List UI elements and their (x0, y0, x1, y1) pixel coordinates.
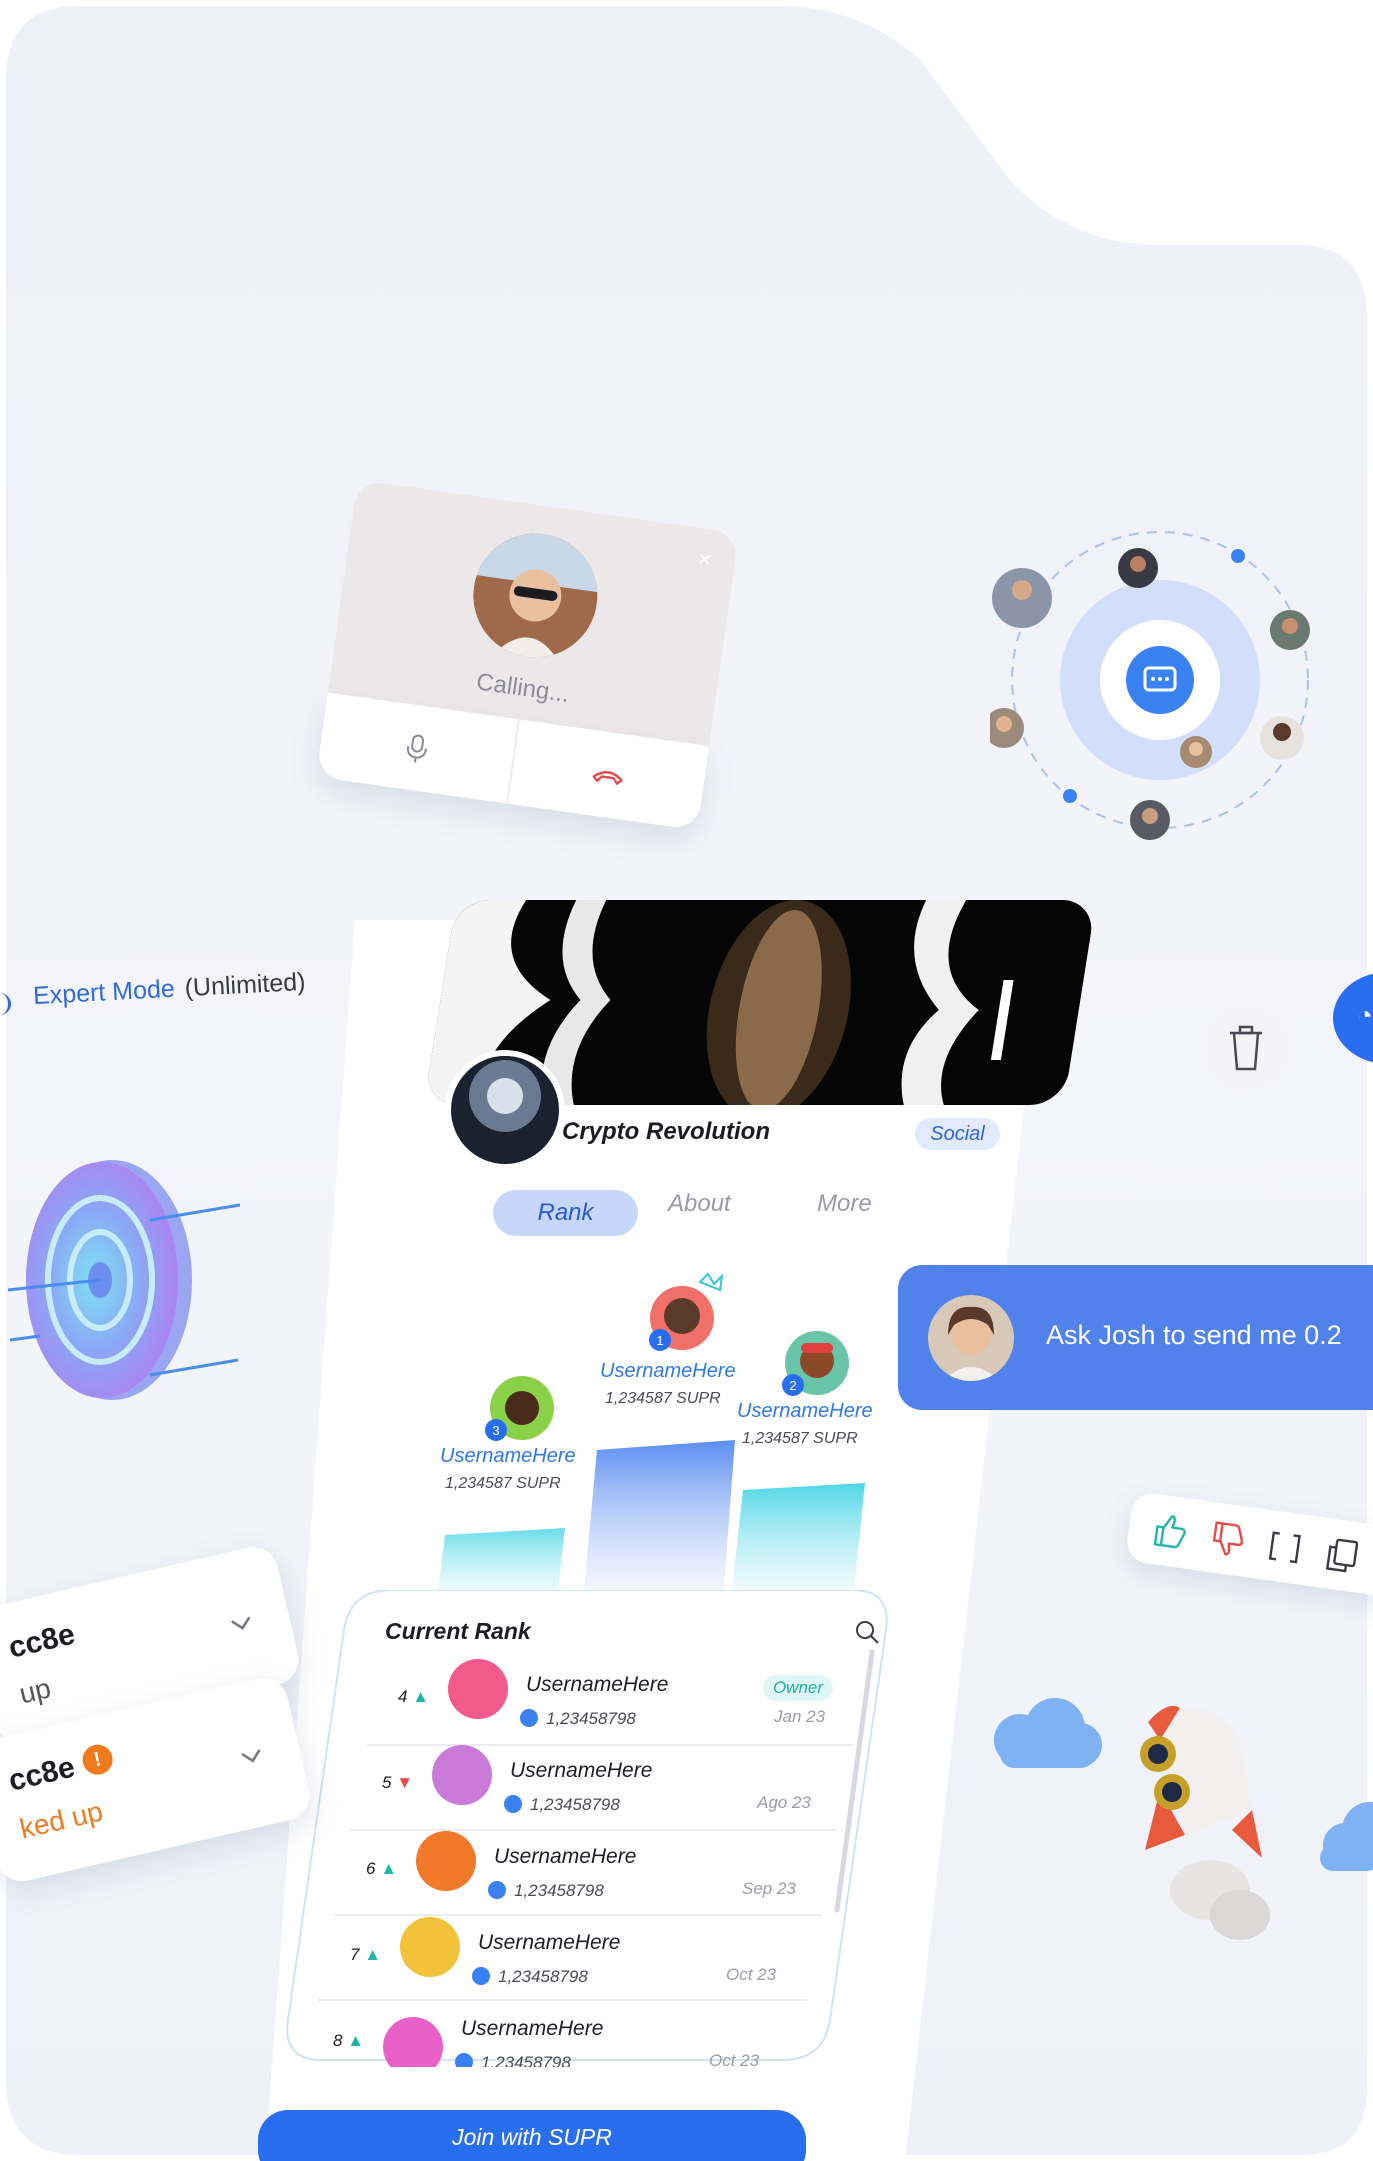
rank-number: 7 ▲ (350, 1945, 382, 1964)
token-icon (520, 1709, 538, 1727)
token-icon (488, 1881, 506, 1899)
task-title: cc8e (5, 1617, 78, 1665)
table-row[interactable]: 7 ▲ UsernameHere 1,23458798 Oct 23 (350, 1917, 790, 1991)
expert-mode-text: Expert Mode (32, 974, 176, 1011)
row-date: Sep 23 (742, 1879, 796, 1898)
microphone-icon (406, 734, 427, 762)
hang-up-icon (592, 770, 623, 785)
points: 1,23458798 (546, 1709, 636, 1728)
contacts-orbit (990, 531, 1310, 840)
avatar (432, 1745, 492, 1805)
username: UsernameHere (526, 1673, 669, 1696)
action-icon: ◔ (1357, 1000, 1373, 1030)
trash-icon (1230, 1025, 1262, 1071)
avatar (448, 1659, 508, 1719)
expand-icon[interactable] (1263, 1526, 1306, 1569)
delete-button[interactable] (1203, 1005, 1289, 1091)
calling-card: Calling... × (315, 479, 740, 831)
username: UsernameHere (510, 1759, 653, 1782)
chevron-down-icon[interactable] (235, 1739, 269, 1773)
table-row[interactable]: 4 ▲ UsernameHere 1,23458798 Owner Jan 23 (398, 1659, 838, 1733)
current-rank-card (286, 1590, 888, 2061)
svg-text:1: 1 (656, 1333, 663, 1348)
row-date: Jan 23 (774, 1707, 826, 1726)
table-row[interactable]: 8 ▲ UsernameHere 1,23458798 Oct 23 (333, 2017, 773, 2067)
current-rank-title: Current Rank (385, 1618, 531, 1644)
trend-up-icon: ▲ (347, 2031, 365, 2050)
tab-more[interactable]: More (817, 1190, 872, 1218)
tab-about[interactable]: About (668, 1190, 731, 1218)
group-avatar (445, 1050, 565, 1170)
row-date: Oct 23 (726, 1965, 777, 1984)
task-subtitle: ked up (16, 1795, 106, 1845)
avatar (416, 1831, 476, 1891)
chat-message-bubble: Ask Josh to send me 0.2 (898, 1265, 1373, 1410)
points: 1,23458798 (498, 1967, 588, 1986)
owner-badge: Owner (763, 1675, 833, 1701)
podium-first-avatar: 1 (649, 1272, 724, 1351)
search-icon[interactable] (853, 1618, 881, 1646)
warning-icon: ! (79, 1741, 116, 1778)
row-date: Ago 23 (757, 1793, 811, 1812)
join-button[interactable]: Join with SUPR (258, 2110, 806, 2161)
row-date: Oct 23 (709, 2051, 760, 2067)
rank-number: 6 ▲ (366, 1859, 398, 1878)
rank-number: 8 ▲ (333, 2031, 365, 2050)
podium-third-value: 1,234587 SUPR (445, 1475, 561, 1492)
tab-rank[interactable]: Rank (493, 1190, 638, 1236)
points: 1,23458798 (481, 2053, 571, 2067)
message-sender-avatar (928, 1295, 1014, 1381)
copy-icon[interactable] (1321, 1534, 1364, 1577)
trend-down-icon: ▼ (396, 1773, 414, 1792)
svg-text:3: 3 (492, 1423, 499, 1438)
rank-number: 5 ▼ (382, 1773, 414, 1792)
trend-up-icon: ▲ (380, 1859, 398, 1878)
trend-up-icon: ▲ (364, 1945, 382, 1964)
table-row[interactable]: 5 ▼ UsernameHere 1,23458798 Ago 23 (382, 1745, 822, 1819)
task-subtitle: up (16, 1672, 54, 1710)
trend-up-icon: ▲ (412, 1687, 430, 1706)
token-icon (455, 2053, 473, 2067)
message-text: Ask Josh to send me 0.2 (1046, 1320, 1342, 1350)
podium-second-avatar: 2 (782, 1331, 849, 1396)
chevron-down-icon[interactable] (225, 1606, 259, 1640)
group-title: Crypto Revolution (562, 1118, 770, 1145)
podium-second-value: 1,234587 SUPR (742, 1430, 858, 1447)
podium-second-name: UsernameHere (737, 1400, 873, 1422)
category-badge: Social (915, 1118, 1000, 1150)
username: UsernameHere (461, 2017, 604, 2040)
table-row[interactable]: 6 ▲ UsernameHere 1,23458798 Sep 23 (366, 1831, 806, 1905)
rank-number: 4 ▲ (398, 1687, 430, 1706)
thumbs-up-icon[interactable] (1149, 1510, 1192, 1553)
token-icon (472, 1967, 490, 1985)
avatar (383, 2017, 443, 2067)
podium-third-name: UsernameHere (440, 1445, 576, 1467)
thumbs-down-icon[interactable] (1206, 1518, 1249, 1561)
token-icon (504, 1795, 522, 1813)
podium-first-name: UsernameHere (600, 1360, 736, 1382)
avatar (400, 1917, 460, 1977)
points: 1,23458798 (514, 1881, 604, 1900)
svg-text:2: 2 (789, 1378, 796, 1393)
task-title: cc8e (5, 1750, 78, 1798)
username: UsernameHere (494, 1845, 637, 1868)
podium-first-value: 1,234587 SUPR (605, 1390, 721, 1407)
username: UsernameHere (478, 1931, 621, 1954)
points: 1,23458798 (530, 1795, 620, 1814)
podium-third-avatar: 3 (485, 1376, 554, 1441)
